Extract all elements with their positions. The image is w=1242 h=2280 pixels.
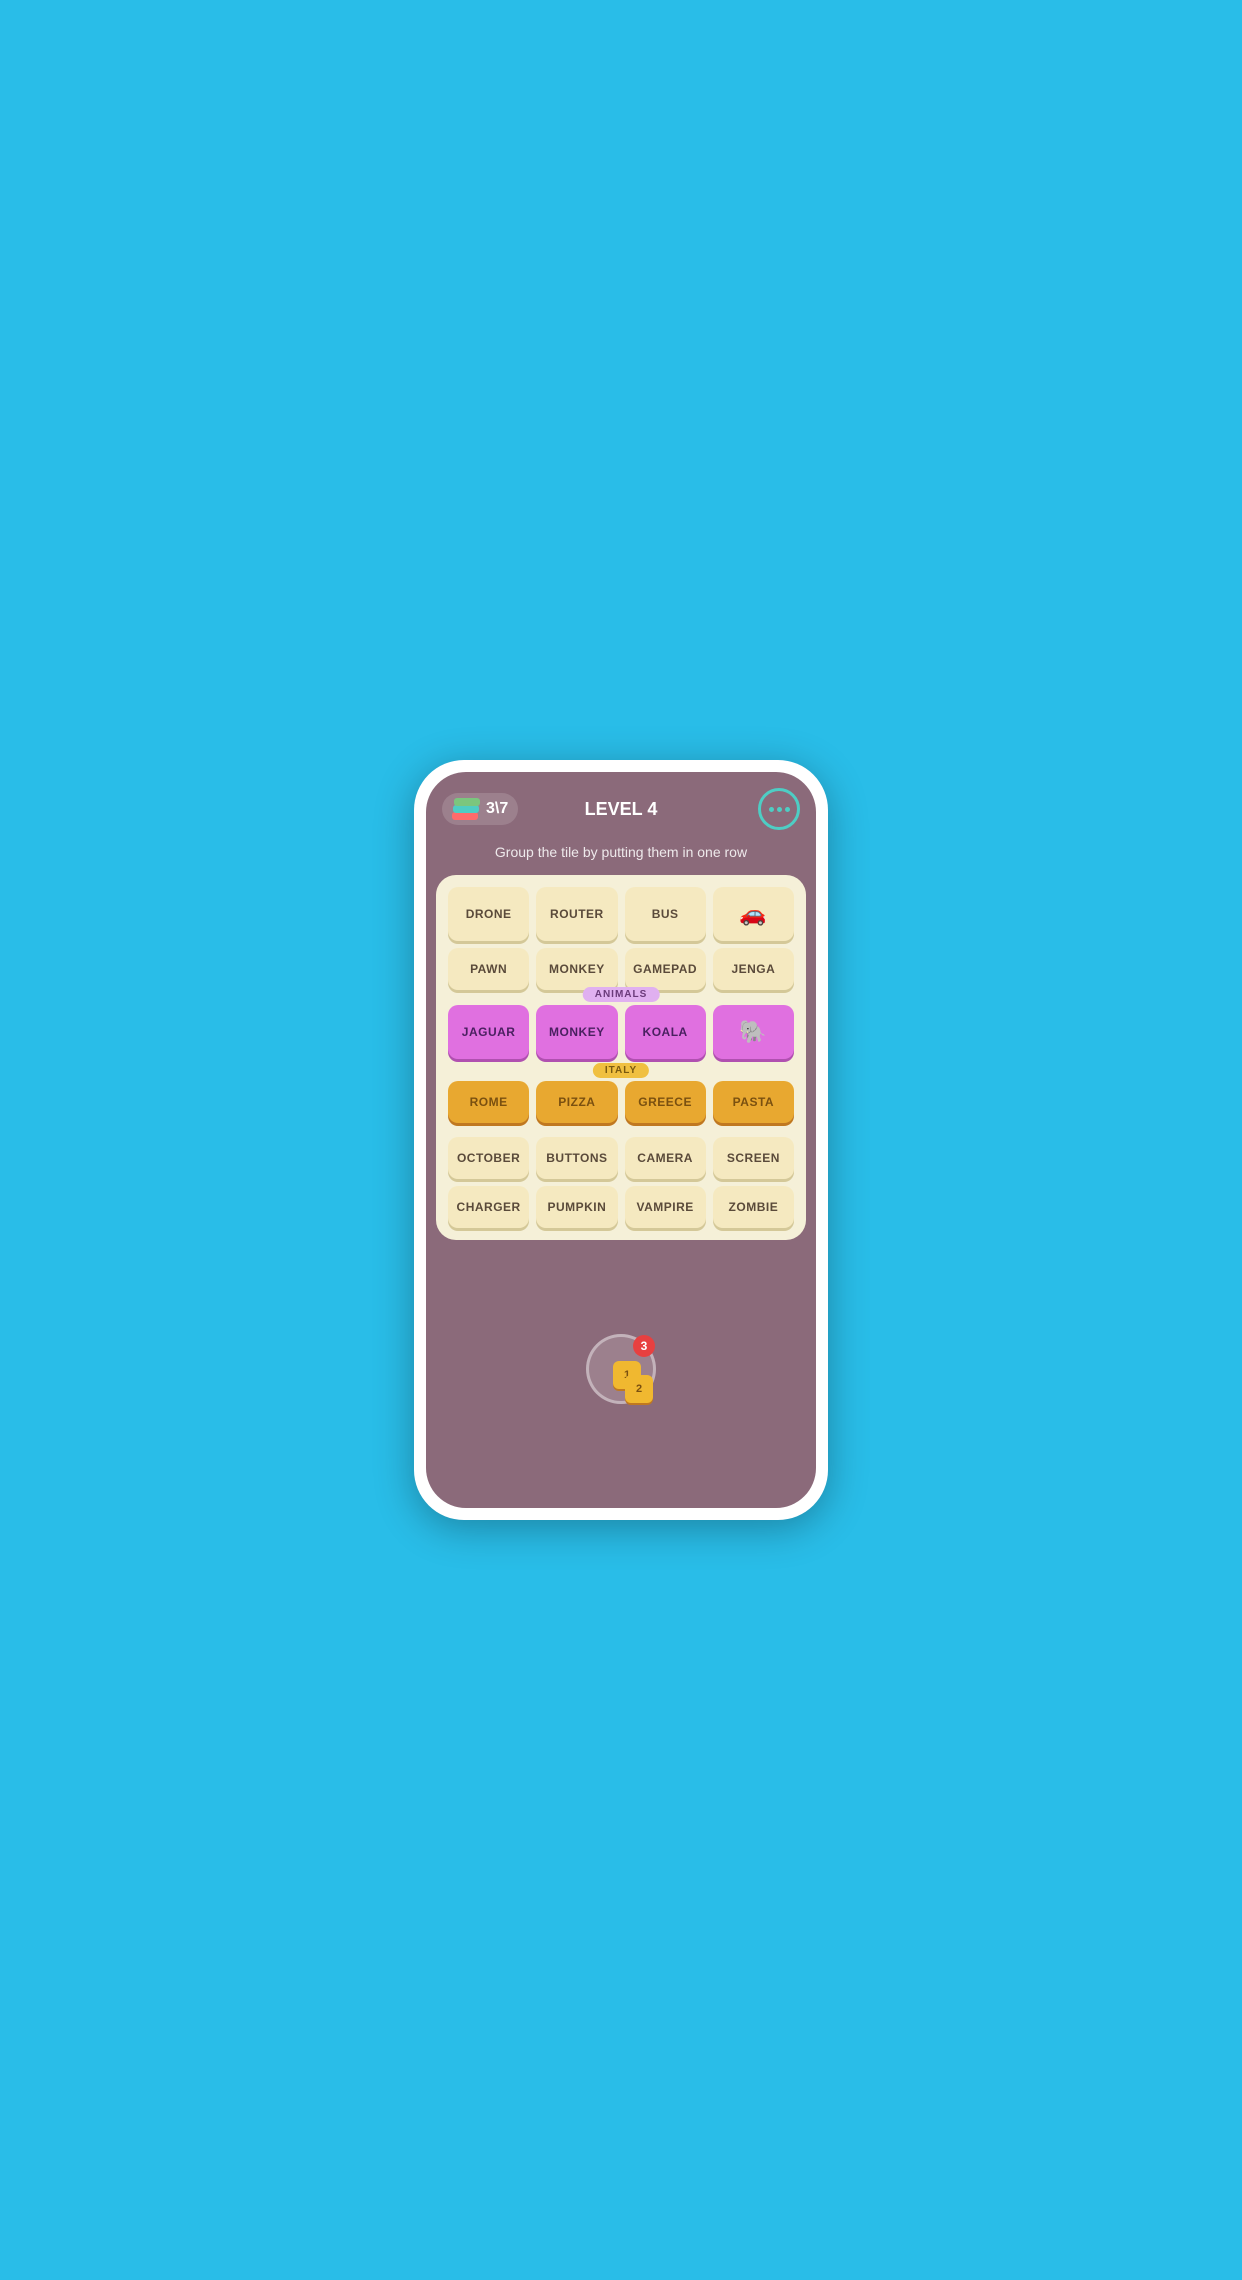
car-icon: 🚗 <box>739 901 767 927</box>
animals-group-section: ANIMALS JAGUAR MONKEY KOALA 🐘 <box>448 997 794 1066</box>
tile-koala[interactable]: KOALA <box>625 1005 706 1059</box>
level-title: LEVEL 4 <box>585 799 658 820</box>
bottom-area: 1 2 3 <box>586 1240 656 1508</box>
tile-drone[interactable]: DRONE <box>448 887 529 941</box>
tile-bus[interactable]: BUS <box>625 887 706 941</box>
layers-icon <box>452 798 480 820</box>
tile-charger[interactable]: CHARGER <box>448 1186 529 1228</box>
tile-jaguar[interactable]: JAGUAR <box>448 1005 529 1059</box>
menu-dots <box>769 807 790 812</box>
tile-pawn[interactable]: PAWN <box>448 948 529 990</box>
score-badge: 3\7 <box>442 793 518 825</box>
hint-button[interactable]: 1 2 3 <box>586 1334 656 1404</box>
dot-3 <box>785 807 790 812</box>
tile-car[interactable]: 🚗 <box>713 887 794 941</box>
tile-monkey2[interactable]: MONKEY <box>536 948 617 990</box>
tile-pumpkin[interactable]: PUMPKIN <box>536 1186 617 1228</box>
tile-router[interactable]: ROUTER <box>536 887 617 941</box>
elephant-icon: 🐘 <box>739 1019 767 1045</box>
header: 3\7 LEVEL 4 <box>426 772 816 838</box>
tile-jenga[interactable]: JENGA <box>713 948 794 990</box>
tile-elephant[interactable]: 🐘 <box>713 1005 794 1059</box>
tile-zombie[interactable]: ZOMBIE <box>713 1186 794 1228</box>
tile-monkey[interactable]: MONKEY <box>536 1005 617 1059</box>
tile-october[interactable]: OCTOBER <box>448 1137 529 1179</box>
phone-frame: 3\7 LEVEL 4 Group the tile by putting th… <box>414 760 828 1520</box>
tile-buttons[interactable]: BUTTONS <box>536 1137 617 1179</box>
italy-group-label: ITALY <box>593 1063 649 1078</box>
tile-row-5: OCTOBER BUTTONS CAMERA SCREEN <box>448 1137 794 1179</box>
hint-badge: 3 <box>633 1335 655 1357</box>
tile-vampire[interactable]: VAMPIRE <box>625 1186 706 1228</box>
hint-tile-2: 2 <box>625 1375 653 1403</box>
tile-row-6: CHARGER PUMPKIN VAMPIRE ZOMBIE <box>448 1186 794 1228</box>
tile-row-2: PAWN MONKEY GAMEPAD JENGA <box>448 948 794 990</box>
tile-pizza[interactable]: PIZZA <box>536 1081 617 1123</box>
tile-greece[interactable]: GREECE <box>625 1081 706 1123</box>
dot-2 <box>777 807 782 812</box>
game-board: DRONE ROUTER BUS 🚗 PAWN MONKEY GAMEPAD J… <box>436 875 806 1240</box>
tile-row-1: DRONE ROUTER BUS 🚗 <box>448 887 794 941</box>
tile-rome[interactable]: ROME <box>448 1081 529 1123</box>
dot-1 <box>769 807 774 812</box>
tile-gamepad[interactable]: GAMEPAD <box>625 948 706 990</box>
phone-inner: 3\7 LEVEL 4 Group the tile by putting th… <box>426 772 816 1508</box>
tile-pasta[interactable]: PASTA <box>713 1081 794 1123</box>
tile-camera[interactable]: CAMERA <box>625 1137 706 1179</box>
tile-row-animals: JAGUAR MONKEY KOALA 🐘 <box>448 1005 794 1059</box>
score-text: 3\7 <box>486 800 508 818</box>
instruction-text: Group the tile by putting them in one ro… <box>475 838 767 875</box>
menu-button[interactable] <box>758 788 800 830</box>
italy-group-section: ITALY ROME PIZZA GREECE PASTA <box>448 1073 794 1130</box>
tile-screen[interactable]: SCREEN <box>713 1137 794 1179</box>
tile-row-italy: ROME PIZZA GREECE PASTA <box>448 1081 794 1123</box>
animals-group-label: ANIMALS <box>583 987 660 1002</box>
